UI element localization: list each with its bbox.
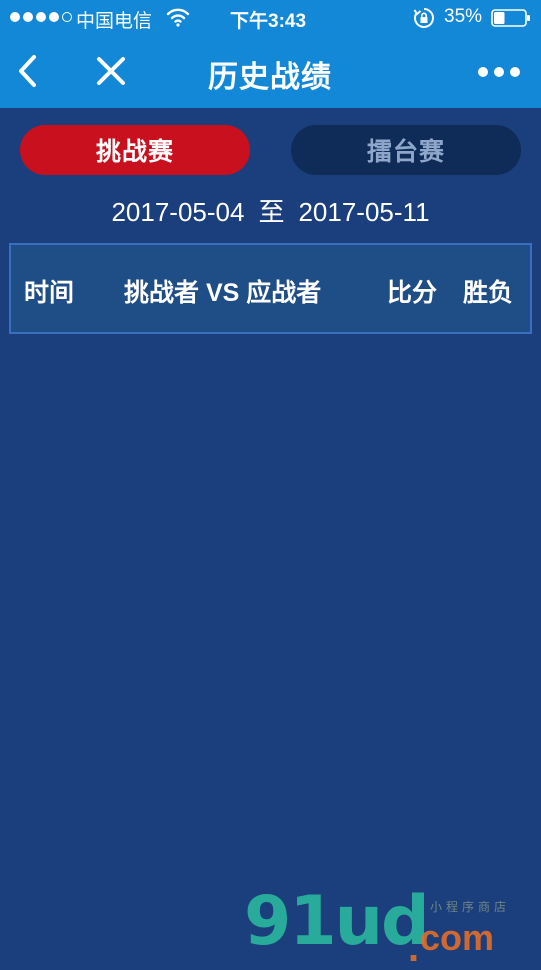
date-end[interactable]: 2017-05-11 <box>298 197 429 228</box>
column-header-matchup: 挑战者 VS 应战者 <box>124 279 322 307</box>
column-header-result: 胜负 <box>463 279 514 307</box>
status-bar: 中国电信 下午3:43 35% <box>0 0 541 36</box>
nav-bar: 历史战绩 <box>0 36 541 108</box>
table-header: 时间 挑战者 VS 应战者 比分 胜负 <box>9 243 532 334</box>
page-title: 历史战绩 <box>208 61 332 94</box>
wifi-icon <box>166 7 190 33</box>
column-header-score: 比分 <box>387 279 438 307</box>
date-start[interactable]: 2017-05-04 <box>111 197 244 228</box>
battery-icon <box>491 9 531 33</box>
watermark-suffix: com <box>420 917 495 958</box>
watermark-subtitle: 小程序商店 <box>430 900 511 914</box>
more-dots-icon[interactable] <box>476 60 522 84</box>
back-icon[interactable] <box>14 54 44 88</box>
carrier-name: 中国电信 <box>76 11 153 32</box>
watermark-dot: . <box>408 926 420 970</box>
battery-percent: 35% <box>444 6 483 27</box>
tab-arena[interactable]: 擂台赛 <box>291 125 521 175</box>
top-bar: 中国电信 下午3:43 35% 历史战绩 <box>0 0 541 108</box>
date-separator: 至 <box>258 197 285 227</box>
signal-strength-icon <box>10 12 72 22</box>
status-time: 下午3:43 <box>230 11 307 32</box>
tab-challenge[interactable]: 挑战赛 <box>20 125 250 175</box>
close-icon[interactable] <box>94 54 128 88</box>
watermark-logo: 91ud <box>244 882 430 961</box>
rotation-lock-icon <box>413 7 435 35</box>
date-range[interactable]: 2017-05-04 至 2017-05-11 <box>0 192 541 229</box>
column-header-time: 时间 <box>24 279 75 307</box>
